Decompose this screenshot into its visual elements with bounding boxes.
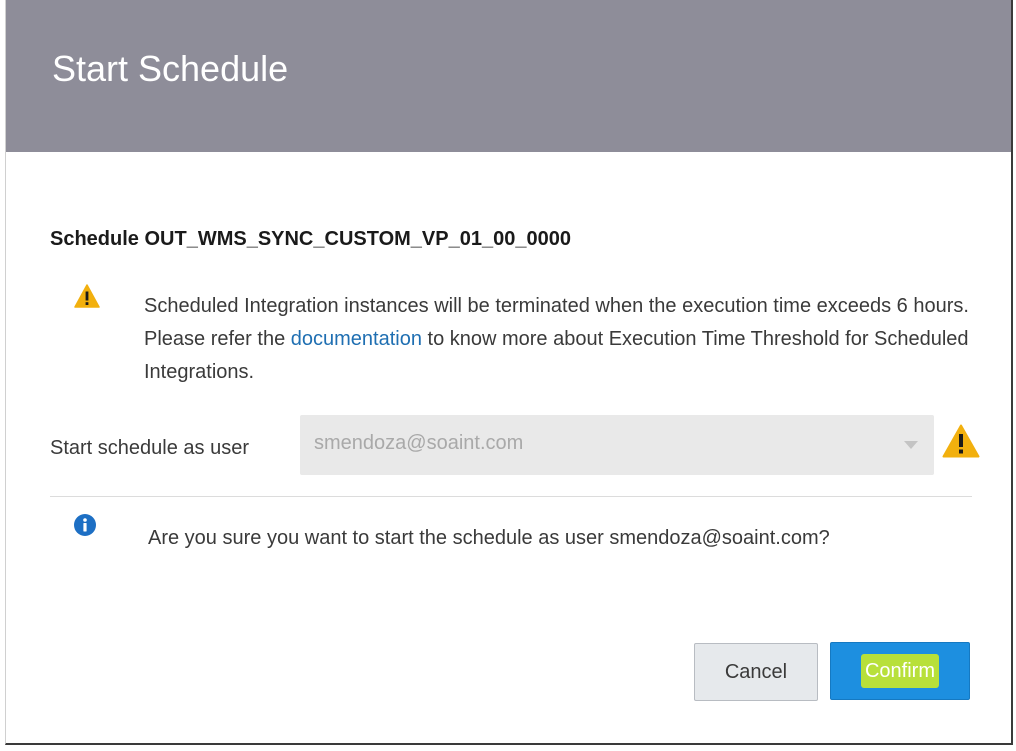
start-schedule-dialog: Start Schedule Schedule OUT_WMS_SYNC_CUS… — [5, 0, 1013, 745]
confirmation-message: Are you sure you want to start the sched… — [148, 527, 830, 549]
dialog-header: Start Schedule — [6, 0, 1011, 152]
user-warning-icon — [942, 424, 980, 458]
cancel-button[interactable]: Cancel — [694, 643, 818, 701]
start-as-user-label: Start schedule as user — [50, 437, 249, 459]
warning-icon — [74, 284, 100, 308]
user-select-value: smendoza@soaint.com — [314, 432, 524, 454]
section-divider — [50, 496, 972, 497]
user-select[interactable]: smendoza@soaint.com — [300, 415, 934, 475]
schedule-name: Schedule OUT_WMS_SYNC_CUSTOM_VP_01_00_00… — [50, 228, 571, 250]
execution-time-warning: Scheduled Integration instances will be … — [144, 290, 974, 389]
chevron-down-icon[interactable] — [904, 441, 918, 449]
confirm-label: Confirm — [860, 653, 939, 688]
dialog-title: Start Schedule — [52, 48, 289, 89]
confirm-button[interactable]: Confirm — [830, 642, 970, 700]
documentation-link[interactable]: documentation — [291, 328, 422, 350]
